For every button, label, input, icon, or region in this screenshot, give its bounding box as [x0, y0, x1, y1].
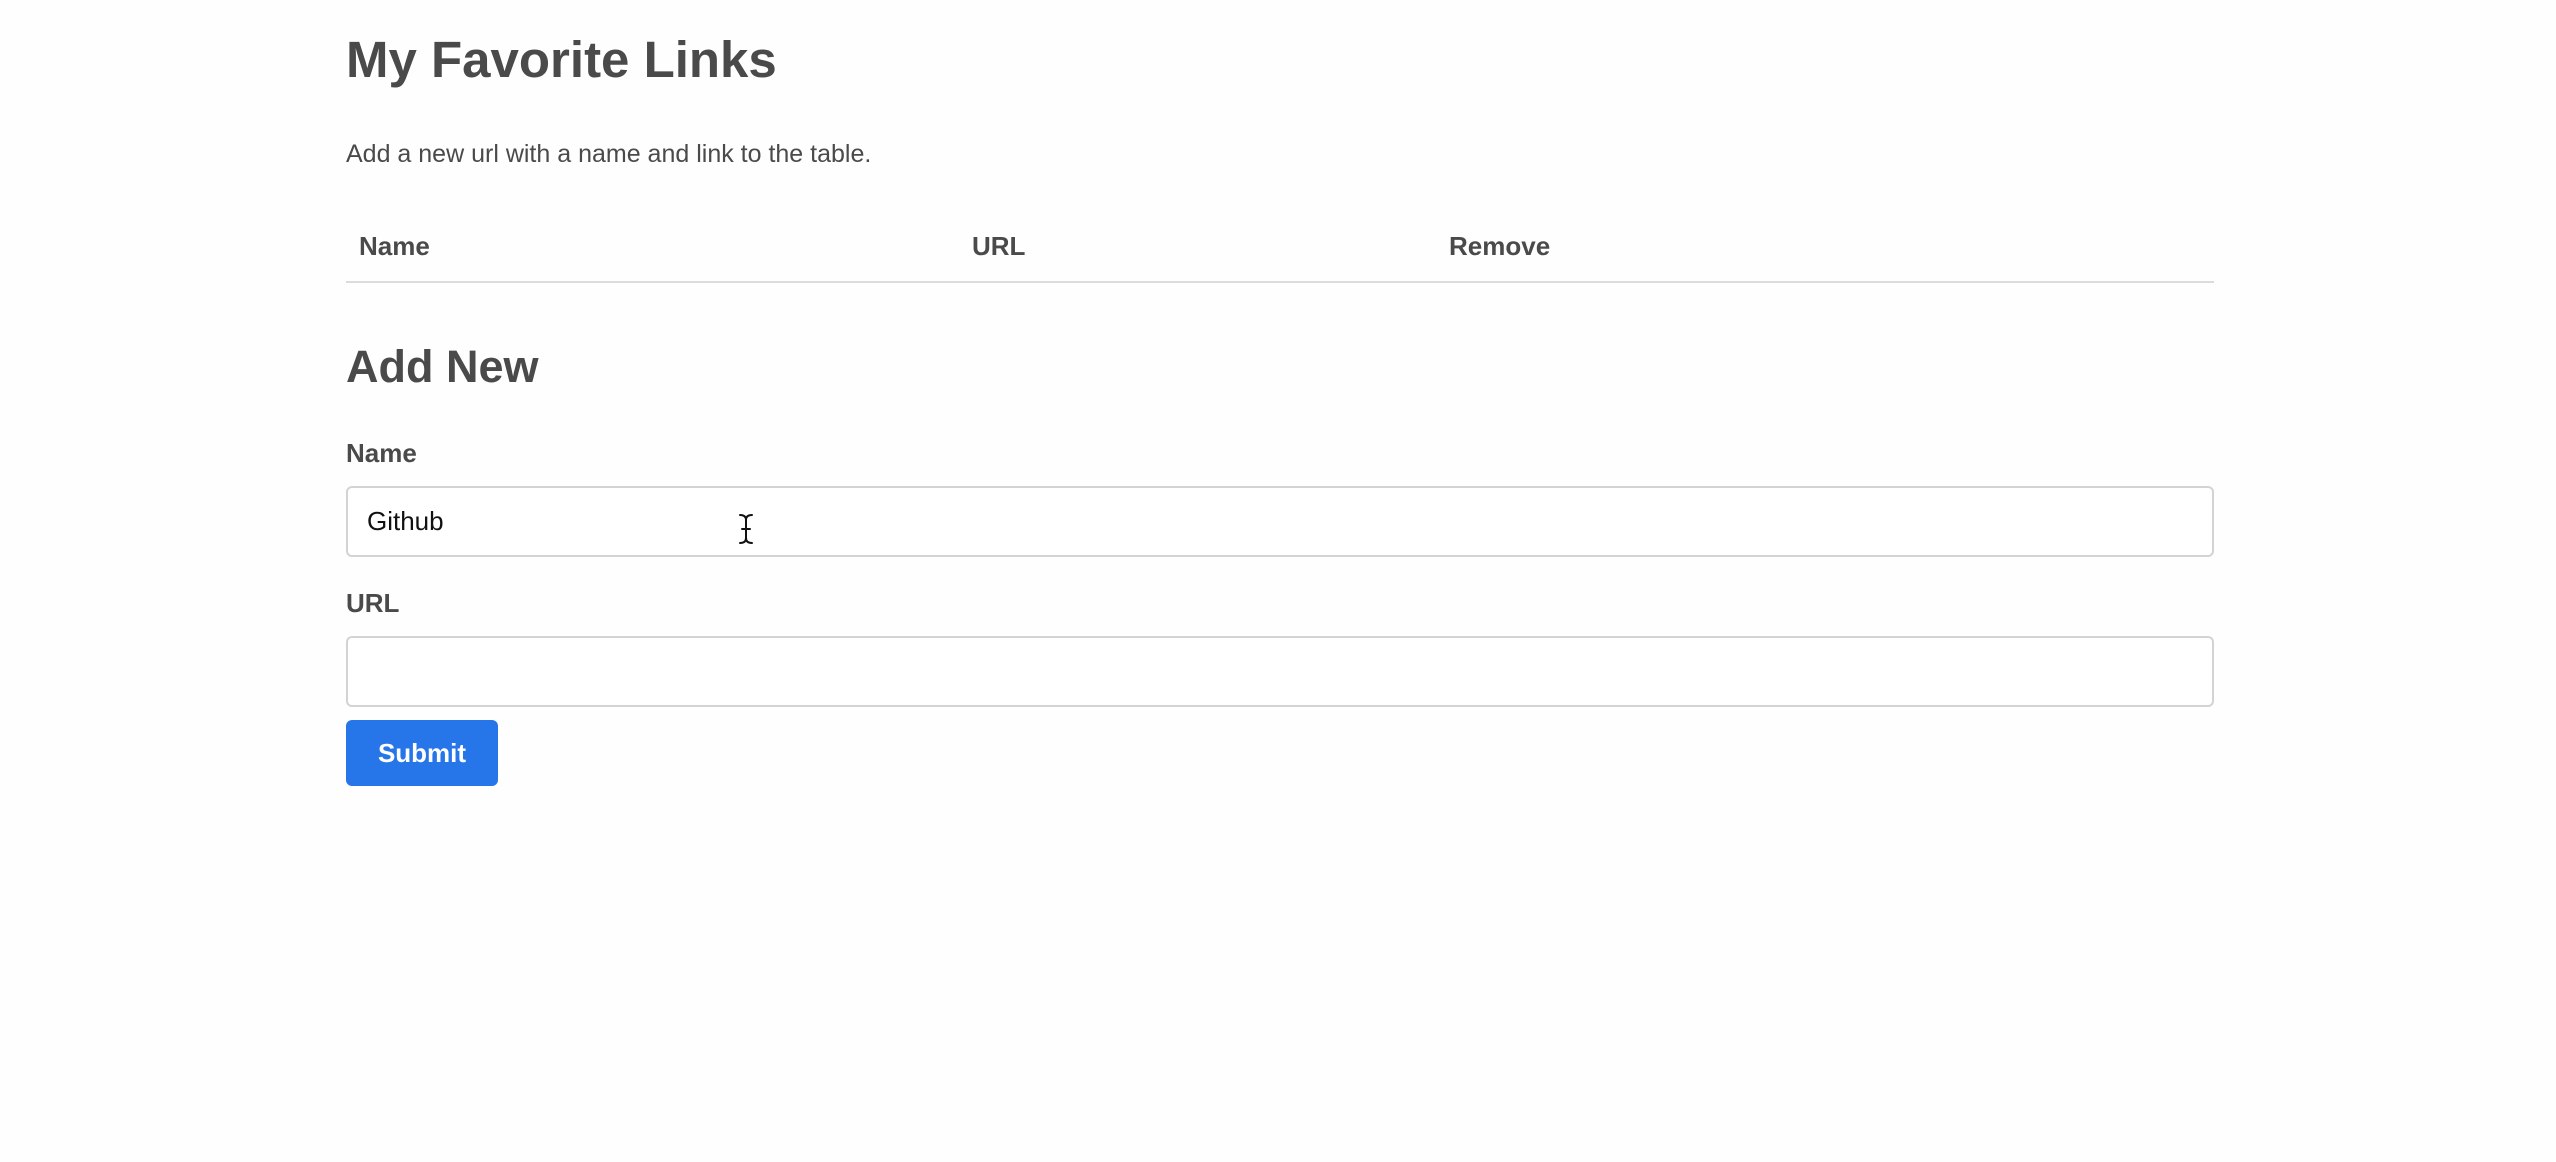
column-header-remove: Remove	[1449, 231, 1551, 261]
page-description: Add a new url with a name and link to th…	[346, 140, 872, 168]
name-field-label: Name	[346, 438, 417, 468]
url-field[interactable]	[346, 636, 2214, 707]
name-field[interactable]	[346, 486, 2214, 557]
links-table: Name URL Remove	[346, 219, 2214, 283]
column-header-name: Name	[359, 231, 430, 261]
url-field-label: URL	[346, 588, 400, 618]
submit-button[interactable]: Submit	[346, 720, 498, 786]
add-new-title: Add New	[346, 341, 539, 392]
column-header-url: URL	[972, 231, 1026, 261]
page-title: My Favorite Links	[346, 31, 777, 88]
